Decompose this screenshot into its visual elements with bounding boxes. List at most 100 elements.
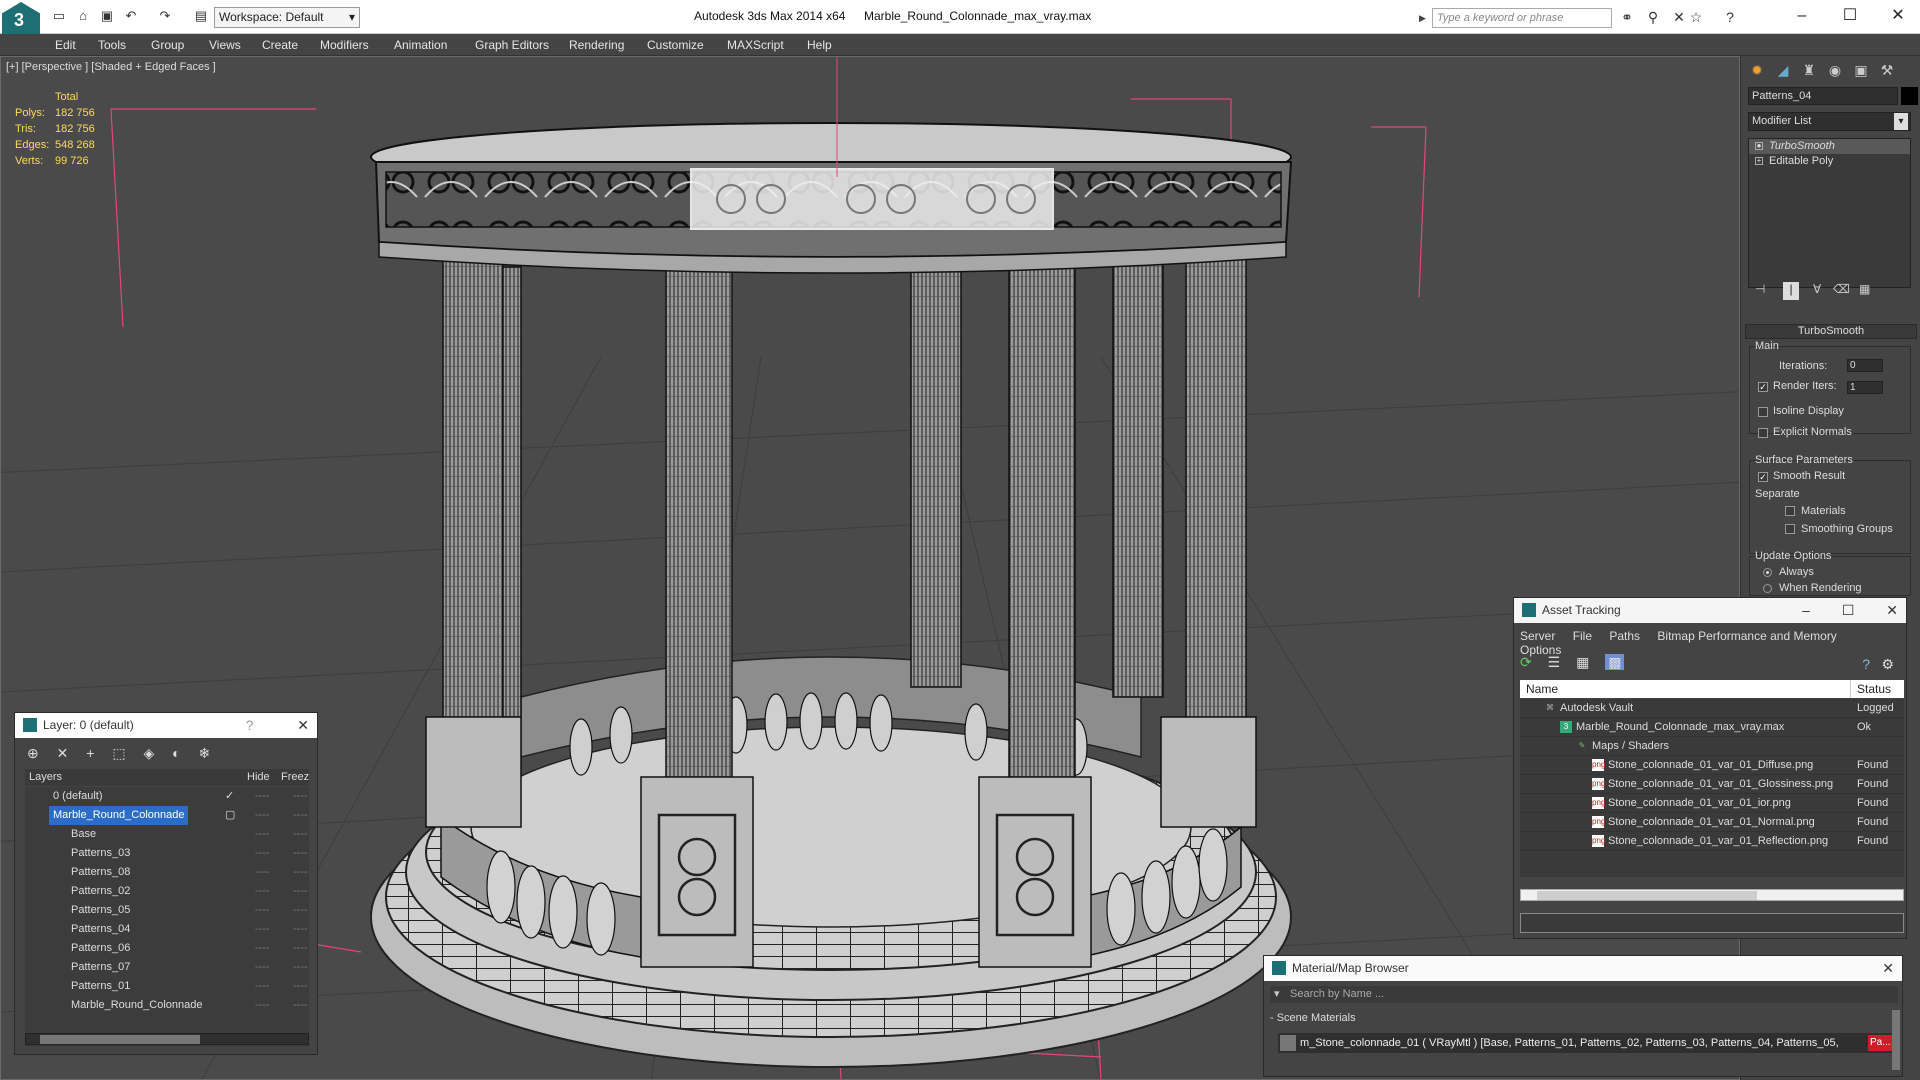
hide-toggle[interactable]: ---- — [255, 806, 270, 825]
asset-row[interactable]: png Stone_colonnade_01_var_01_Glossiness.… — [1520, 775, 1904, 794]
dropdown-arrow-icon[interactable]: ▾ — [1274, 986, 1280, 1003]
maximize-button[interactable]: ☐ — [1830, 4, 1870, 28]
close-icon[interactable]: ✕ — [1886, 602, 1898, 618]
menu-rendering[interactable]: Rendering — [569, 38, 624, 52]
material-row[interactable]: m_Stone_colonnade_01 ( VRayMtl ) [Base, … — [1278, 1033, 1898, 1053]
asset-row[interactable]: png Stone_colonnade_01_var_01_Normal.png F… — [1520, 813, 1904, 832]
material-vertical-scrollbar[interactable] — [1892, 1010, 1900, 1070]
freeze-toggle[interactable]: ---- — [293, 863, 308, 882]
freeze-toggle[interactable]: ---- — [293, 901, 308, 920]
make-unique-icon[interactable]: ∀ — [1813, 282, 1821, 300]
layer-row[interactable]: Patterns_05 ---- ---- — [25, 901, 309, 920]
hide-toggle[interactable]: ---- — [255, 787, 270, 806]
col-status[interactable]: Status — [1857, 680, 1891, 698]
asset-row[interactable]: 3 Marble_Round_Colonnade_max_vray.max Ok — [1520, 718, 1904, 737]
col-freeze[interactable]: Freez — [281, 769, 309, 786]
hierarchy-icon[interactable]: ♜ — [1797, 59, 1821, 81]
pin-stack-icon[interactable]: ⊣ — [1755, 282, 1765, 300]
hide-toggle[interactable]: ---- — [255, 958, 270, 977]
favorites-icon[interactable]: ☆ — [1686, 9, 1706, 27]
scene-materials-section[interactable]: - Scene Materials — [1270, 1010, 1898, 1026]
layer-row[interactable]: Marble_Round_Colonnade ---- ---- — [25, 996, 309, 1015]
when-rendering-radio[interactable] — [1763, 584, 1772, 593]
workspace-dropdown[interactable]: Workspace: Default ▾ — [214, 7, 360, 28]
material-window-titlebar[interactable]: Material/Map Browser ✕ — [1264, 956, 1902, 981]
asset-menu-server[interactable]: Server — [1520, 629, 1555, 643]
binoculars-icon[interactable]: ⚭ — [1617, 9, 1637, 27]
iterations-spinner[interactable]: 0 — [1847, 359, 1883, 372]
minimize-button[interactable]: – — [1782, 4, 1822, 28]
menu-graph-editors[interactable]: Graph Editors — [475, 38, 549, 52]
freeze-toggle[interactable]: ---- — [293, 996, 308, 1015]
menu-tools[interactable]: Tools — [98, 38, 126, 52]
help-button[interactable]: ? — [246, 717, 254, 733]
create-layer-icon[interactable]: ⊕ — [27, 745, 39, 761]
menu-edit[interactable]: Edit — [55, 38, 76, 52]
utilities-icon[interactable]: ⚒ — [1875, 59, 1899, 81]
scroll-thumb[interactable] — [1537, 891, 1757, 900]
menu-views[interactable]: Views — [209, 38, 241, 52]
render-iters-spinner[interactable]: 1 — [1847, 381, 1883, 394]
motion-icon[interactable]: ◉ — [1823, 59, 1847, 81]
freeze-all-icon[interactable]: ❄ — [198, 745, 210, 761]
asset-row[interactable]: png Stone_colonnade_01_var_01_Reflection.… — [1520, 832, 1904, 851]
hide-toggle[interactable]: ---- — [255, 844, 270, 863]
menu-group[interactable]: Group — [151, 38, 184, 52]
smoothing-groups-checkbox[interactable] — [1785, 524, 1795, 534]
explicit-normals-checkbox[interactable] — [1758, 428, 1768, 438]
hide-toggle[interactable]: ---- — [255, 882, 270, 901]
layer-row[interactable]: Marble_Round_Colonnade ▢ ---- ---- — [25, 806, 309, 825]
object-color-swatch[interactable] — [1901, 87, 1918, 105]
menu-create[interactable]: Create — [262, 38, 298, 52]
material-search-input[interactable]: ▾ Search by Name ... — [1270, 986, 1898, 1003]
thumbnail-view-icon[interactable]: ▦ — [1576, 654, 1589, 670]
freeze-toggle[interactable]: ---- — [293, 844, 308, 863]
col-name[interactable]: Name — [1526, 680, 1558, 698]
layer-row[interactable]: Patterns_02 ---- ---- — [25, 882, 309, 901]
hide-toggle[interactable]: ---- — [255, 825, 270, 844]
layer-window-titlebar[interactable]: Layer: 0 (default) ? ✕ — [15, 713, 317, 738]
col-layers[interactable]: Layers — [29, 769, 62, 786]
list-view-icon[interactable]: ☰ — [1548, 654, 1561, 670]
freeze-toggle[interactable]: ---- — [293, 882, 308, 901]
menu-modifiers[interactable]: Modifiers — [320, 38, 369, 52]
hide-toggle[interactable]: ---- — [255, 996, 270, 1015]
new-file-icon[interactable]: ▭ — [50, 8, 68, 24]
always-radio[interactable] — [1763, 568, 1772, 577]
freeze-toggle[interactable]: ---- — [293, 977, 308, 996]
asset-row[interactable]: ✎ Maps / Shaders — [1520, 737, 1904, 756]
layer-row[interactable]: 0 (default) ✓ ---- ---- — [25, 787, 309, 806]
freeze-toggle[interactable]: ---- — [293, 939, 308, 958]
asset-row[interactable]: png Stone_colonnade_01_var_01_Diffuse.png… — [1520, 756, 1904, 775]
layer-row[interactable]: Patterns_07 ---- ---- — [25, 958, 309, 977]
asset-path-field[interactable] — [1520, 913, 1904, 933]
layer-row[interactable]: Patterns_08 ---- ---- — [25, 863, 309, 882]
layer-row[interactable]: Patterns_01 ---- ---- — [25, 977, 309, 996]
hide-all-icon[interactable]: ◐ — [172, 745, 180, 761]
hide-toggle[interactable]: ---- — [255, 939, 270, 958]
undo-icon[interactable]: ↶ — [122, 8, 140, 24]
remove-modifier-icon[interactable]: ⌫ — [1833, 282, 1850, 300]
display-icon[interactable]: ▣ — [1849, 59, 1873, 81]
open-file-icon[interactable]: ⌂ — [74, 8, 92, 24]
delete-layer-icon[interactable]: ✕ — [57, 745, 69, 761]
materials-checkbox[interactable] — [1785, 506, 1795, 516]
modifier-list-dropdown[interactable]: Modifier List ▾ — [1748, 112, 1911, 131]
smooth-result-checkbox[interactable]: ✓ — [1758, 472, 1768, 482]
close-icon[interactable]: ✕ — [1882, 960, 1894, 976]
freeze-toggle[interactable]: ---- — [293, 787, 308, 806]
save-icon[interactable]: ▣ — [98, 8, 116, 24]
maximize-icon[interactable]: ☐ — [1842, 602, 1855, 618]
freeze-toggle[interactable]: ---- — [293, 825, 308, 844]
asset-row[interactable]: png Stone_colonnade_01_var_01_ior.png Foun… — [1520, 794, 1904, 813]
asset-row[interactable]: ⌘ Autodesk Vault Logged — [1520, 699, 1904, 718]
hide-toggle[interactable]: ---- — [255, 901, 270, 920]
help-icon[interactable]: ? — [1862, 656, 1870, 672]
object-name-field[interactable]: Patterns_04 — [1748, 87, 1898, 105]
menu-animation[interactable]: Animation — [394, 38, 447, 52]
modifier-stack[interactable]: ● TurboSmooth + Editable Poly — [1748, 138, 1911, 288]
layer-row[interactable]: Patterns_03 ---- ---- — [25, 844, 309, 863]
hide-toggle[interactable]: ---- — [255, 920, 270, 939]
render-iters-checkbox[interactable]: ✓ — [1758, 382, 1768, 392]
menu-customize[interactable]: Customize — [647, 38, 704, 52]
